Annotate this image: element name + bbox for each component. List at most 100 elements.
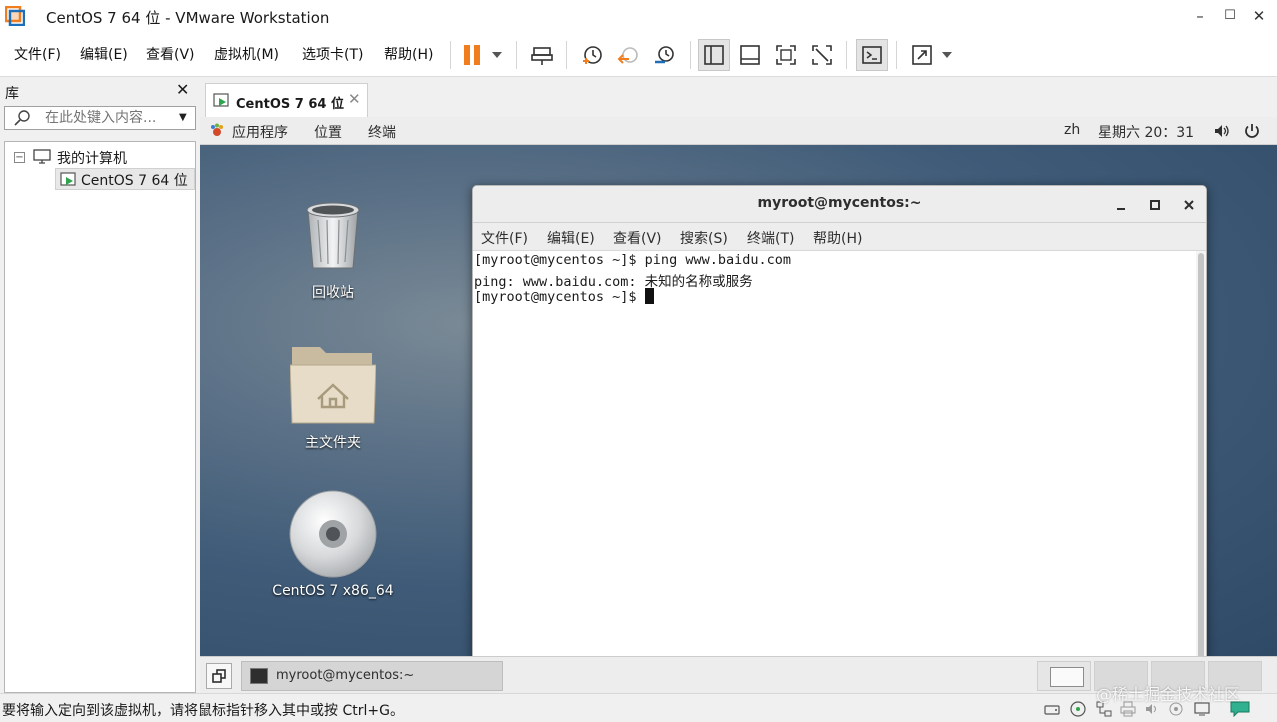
workspace-1[interactable]: [1037, 661, 1091, 691]
menu-help[interactable]: 帮助(H): [384, 44, 433, 64]
menu-edit[interactable]: 编辑(E): [80, 44, 128, 64]
menu-bar: 文件(F) 编辑(E) 查看(V) 虚拟机(M) 选项卡(T) 帮助(H): [0, 33, 1277, 77]
gnome-foot-icon: [209, 123, 225, 139]
search-input[interactable]: [45, 109, 165, 127]
taskbar-item-terminal[interactable]: myroot@mycentos:~: [241, 661, 503, 691]
trash-label: 回收站: [312, 285, 354, 301]
toolbar-divider: [450, 41, 451, 69]
library-view-icon[interactable]: [698, 39, 730, 71]
home-folder-label: 主文件夹: [305, 435, 361, 451]
terminal-minimize-button[interactable]: [1111, 195, 1131, 215]
chevron-down-icon[interactable]: [936, 39, 958, 71]
cd-icon[interactable]: [289, 490, 377, 578]
terminal-menu-file[interactable]: 文件(F): [481, 228, 528, 248]
terminal-line: [myroot@mycentos ~]$ ping www.baidu.com: [474, 252, 791, 268]
home-folder-icon[interactable]: [289, 343, 377, 425]
tab-centos[interactable]: CentOS 7 64 位 ✕: [205, 83, 368, 117]
places-menu[interactable]: 位置: [314, 122, 342, 142]
pause-icon[interactable]: [460, 39, 484, 71]
terminal-menu-edit[interactable]: 编辑(E): [547, 228, 595, 248]
library-close-button[interactable]: ✕: [176, 80, 189, 99]
workspace-window-preview: [1050, 667, 1084, 687]
snapshot-icon[interactable]: [576, 39, 608, 71]
toolbar-divider: [516, 41, 517, 69]
menu-tabs[interactable]: 选项卡(T): [302, 44, 363, 64]
send-keys-icon[interactable]: [526, 39, 558, 71]
vm-running-icon: [213, 93, 231, 109]
terminal-cursor: [644, 288, 654, 304]
trash-icon[interactable]: [300, 198, 366, 272]
tab-label: CentOS 7 64 位: [236, 97, 344, 112]
terminal-close-button[interactable]: [1179, 195, 1199, 215]
terminal-menu-view[interactable]: 查看(V): [613, 228, 662, 248]
terminal-menu[interactable]: 终端: [368, 122, 396, 142]
terminal-scrollbar[interactable]: [1196, 251, 1206, 686]
tab-close-icon[interactable]: ✕: [348, 90, 361, 108]
toolbar-divider: [896, 41, 897, 69]
chevron-down-icon[interactable]: [486, 39, 508, 71]
clock[interactable]: 星期六 20：31: [1098, 122, 1194, 142]
gnome-top-bar: 应用程序 位置 终端 zh 星期六 20：31: [200, 117, 1277, 145]
toolbar-divider: [566, 41, 567, 69]
volume-icon[interactable]: [1213, 123, 1231, 139]
show-desktop-icon[interactable]: [206, 663, 232, 689]
vm-running-icon: [60, 172, 78, 188]
terminal-prompt-line: [myroot@mycentos ~]$: [474, 288, 654, 305]
cd-drive-icon[interactable]: [1070, 701, 1086, 717]
cd-label: CentOS 7 x86_64: [272, 583, 394, 599]
library-search[interactable]: ▼: [4, 106, 196, 130]
close-button[interactable]: ✕: [1246, 4, 1272, 28]
tree-item-vm[interactable]: CentOS 7 64 位: [55, 168, 195, 190]
scrollbar-thumb[interactable]: [1198, 253, 1204, 681]
library-tree: − 我的计算机 CentOS 7 64 位: [4, 141, 196, 693]
terminal-header: myroot@mycentos:~: [473, 186, 1206, 223]
menu-file[interactable]: 文件(F): [14, 44, 61, 64]
tree-item-my-computer[interactable]: 我的计算机: [57, 148, 127, 168]
computer-icon: [33, 149, 51, 165]
terminal-menu-bar: 文件(F) 编辑(E) 查看(V) 搜索(S) 终端(T) 帮助(H): [473, 223, 1206, 251]
tree-item-label: CentOS 7 64 位: [81, 173, 188, 189]
hard-disk-icon[interactable]: [1044, 701, 1060, 717]
terminal-menu-terminal[interactable]: 终端(T): [747, 228, 794, 248]
revert-snapshot-icon[interactable]: [612, 39, 644, 71]
title-bar: CentOS 7 64 位 - VMware Workstation – ☐ ✕: [0, 0, 1277, 33]
toolbar-divider: [846, 41, 847, 69]
terminal-window[interactable]: myroot@mycentos:~ 文件(F) 编辑(E) 查看(V) 搜索(S…: [472, 185, 1207, 687]
snapshot-manager-icon[interactable]: [648, 39, 680, 71]
window-title: CentOS 7 64 位 - VMware Workstation: [46, 9, 330, 27]
applications-menu[interactable]: 应用程序: [232, 122, 288, 142]
terminal-prompt: [myroot@mycentos ~]$: [474, 289, 645, 305]
toolbar-divider: [690, 41, 691, 69]
search-icon: [13, 109, 31, 127]
terminal-menu-help[interactable]: 帮助(H): [813, 228, 862, 248]
status-message: 要将输入定向到该虚拟机，请将鼠标指针移入其中或按 Ctrl+G。: [2, 703, 404, 719]
vm-tab-strip: CentOS 7 64 位 ✕: [200, 77, 1277, 117]
tree-collapse-toggle[interactable]: −: [14, 152, 25, 163]
terminal-line: ping: www.baidu.com: 未知的名称或服务: [474, 274, 753, 290]
library-title: 库: [5, 86, 19, 102]
menu-vm[interactable]: 虚拟机(M): [214, 44, 279, 64]
guest-desktop: 回收站 主文件夹 CentOS 7 x86_64 myroot@mycentos…: [200, 145, 1277, 687]
chevron-down-icon[interactable]: ▼: [179, 112, 187, 123]
power-icon[interactable]: [1243, 122, 1261, 140]
taskbar-item-label: myroot@mycentos:~: [276, 668, 415, 683]
maximize-button[interactable]: ☐: [1217, 4, 1243, 28]
thumbnail-bar-icon[interactable]: [734, 39, 766, 71]
status-bar: 要将输入定向到该虚拟机，请将鼠标指针移入其中或按 Ctrl+G。: [0, 693, 1277, 722]
console-icon[interactable]: [856, 39, 888, 71]
unity-icon[interactable]: [806, 39, 838, 71]
stretch-icon[interactable]: [906, 39, 938, 71]
watermark: @稀土掘金技术社区: [1096, 685, 1241, 704]
terminal-maximize-button[interactable]: [1145, 195, 1165, 215]
vmware-logo-icon: [4, 5, 26, 27]
library-panel: 库 ✕ ▼ − 我的计算机 CentOS 7 64 位: [0, 77, 200, 693]
minimize-button[interactable]: –: [1187, 4, 1213, 28]
menu-view[interactable]: 查看(V): [146, 44, 195, 64]
vm-console[interactable]: 应用程序 位置 终端 zh 星期六 20：31 回收站 主文件夹 CentOS …: [200, 117, 1277, 693]
fullscreen-icon[interactable]: [770, 39, 802, 71]
terminal-output[interactable]: [myroot@mycentos ~]$ ping www.baidu.com …: [473, 251, 1195, 686]
terminal-icon: [250, 668, 268, 684]
terminal-menu-search[interactable]: 搜索(S): [680, 228, 728, 248]
input-language[interactable]: zh: [1064, 122, 1080, 138]
terminal-title: myroot@mycentos:~: [757, 195, 922, 211]
